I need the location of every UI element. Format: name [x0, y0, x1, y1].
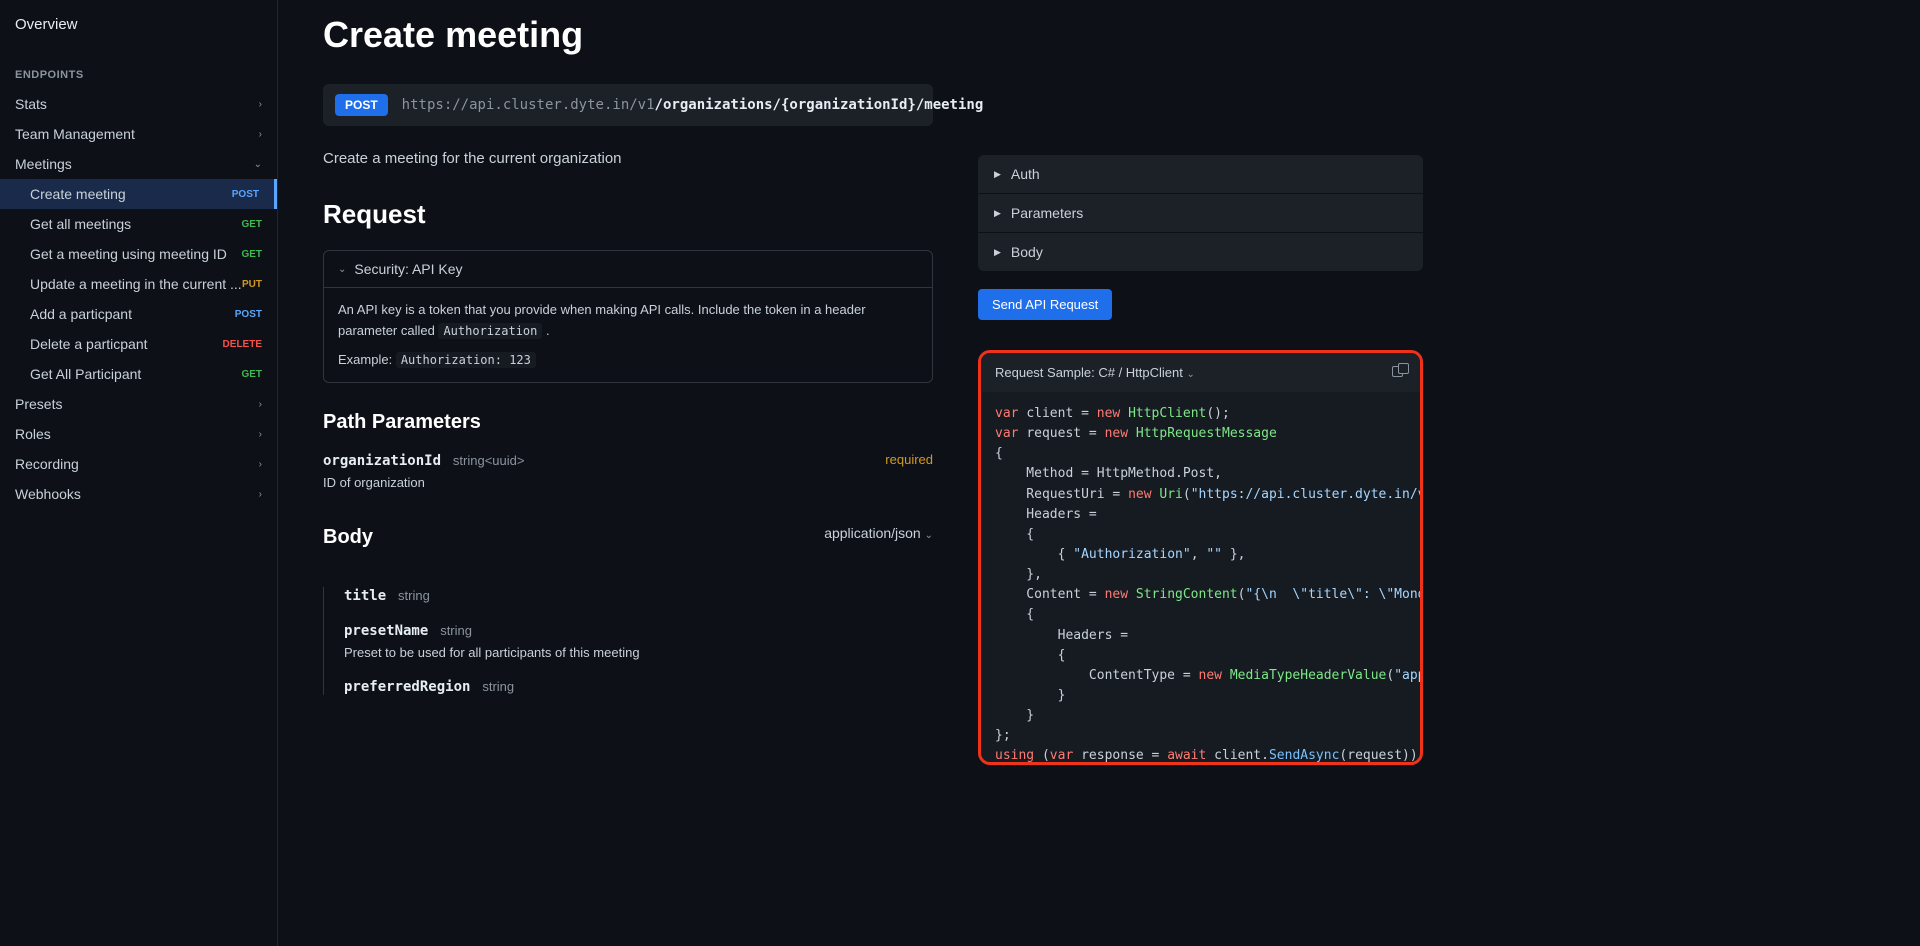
body-field-preferredregion: preferredRegion string — [344, 678, 933, 695]
sidebar-item-label: Recording — [15, 456, 79, 472]
sidebar-item-recording[interactable]: Recording › — [0, 449, 277, 479]
request-heading: Request — [323, 199, 933, 230]
sidebar-item-meetings[interactable]: Meetings ⌄ — [0, 149, 277, 179]
method-tag: GET — [241, 248, 262, 261]
sidebar-item-roles[interactable]: Roles › — [0, 419, 277, 449]
chevron-down-icon: ⌄ — [338, 264, 346, 275]
method-badge: POST — [335, 94, 388, 116]
sidebar-sub-get-meeting-by-id[interactable]: Get a meeting using meeting ID GET — [0, 239, 277, 269]
method-tag: PUT — [242, 278, 262, 291]
body-field-title: title string — [344, 587, 933, 604]
security-body: An API key is a token that you provide w… — [324, 287, 932, 382]
sidebar-item-stats[interactable]: Stats › — [0, 89, 277, 119]
endpoint-description: Create a meeting for the current organiz… — [323, 150, 933, 167]
sidebar-item-label: Meetings — [15, 156, 72, 172]
chevron-down-icon: ⌄ — [254, 159, 262, 170]
code-sample-body[interactable]: var client = new HttpClient(); var reque… — [981, 392, 1420, 762]
sidebar-sub-update-meeting[interactable]: Update a meeting in the current ... PUT — [0, 269, 277, 299]
path-param-organizationid: organizationId string<uuid> required ID … — [323, 452, 933, 490]
sidebar-item-webhooks[interactable]: Webhooks › — [0, 479, 277, 509]
sidebar-item-label: Get All Participant — [30, 366, 141, 382]
content-type-select[interactable]: application/json ⌄ — [824, 525, 933, 541]
auth-example: Authorization: 123 — [396, 352, 536, 368]
sidebar-sub-add-participant[interactable]: Add a particpant POST — [0, 299, 277, 329]
required-badge: required — [885, 452, 933, 467]
chevron-right-icon: › — [259, 99, 262, 110]
sidebar-item-label: Webhooks — [15, 486, 81, 502]
chevron-right-icon: › — [259, 399, 262, 410]
sidebar-item-label: Create meeting — [30, 186, 126, 202]
triangle-right-icon: ▶ — [994, 208, 1001, 219]
sidebar-sub-create-meeting[interactable]: Create meeting POST — [0, 179, 277, 209]
code-sample-panel: Request Sample: C# / HttpClient ⌄ var cl… — [978, 350, 1423, 765]
copy-icon[interactable] — [1392, 366, 1406, 380]
method-tag: GET — [241, 368, 262, 381]
accordion-parameters[interactable]: ▶ Parameters — [978, 194, 1423, 233]
sidebar-item-presets[interactable]: Presets › — [0, 389, 277, 419]
accordion-auth[interactable]: ▶ Auth — [978, 155, 1423, 194]
chevron-right-icon: › — [259, 129, 262, 140]
body-field-presetname: presetName string Preset to be used for … — [344, 622, 933, 660]
chevron-right-icon: › — [259, 459, 262, 470]
path-params-heading: Path Parameters — [323, 411, 933, 434]
method-tag: POST — [232, 188, 259, 201]
sidebar-section-title: ENDPOINTS — [0, 49, 277, 89]
sidebar-item-label: Delete a particpant — [30, 336, 148, 352]
chevron-down-icon: ⌄ — [1187, 369, 1195, 380]
sidebar: Overview ENDPOINTS Stats › Team Manageme… — [0, 0, 278, 946]
method-tag: POST — [235, 308, 262, 321]
sidebar-sub-get-all-meetings[interactable]: Get all meetings GET — [0, 209, 277, 239]
try-it-accordion: ▶ Auth ▶ Parameters ▶ Body — [978, 155, 1423, 271]
triangle-right-icon: ▶ — [994, 169, 1001, 180]
method-tag: GET — [241, 218, 262, 231]
body-fields: title string presetName string Preset to… — [323, 587, 933, 695]
sidebar-item-label: Get a meeting using meeting ID — [30, 246, 227, 262]
sidebar-item-label: Roles — [15, 426, 51, 442]
sidebar-item-label: Add a particpant — [30, 306, 132, 322]
send-api-request-button[interactable]: Send API Request — [978, 289, 1112, 320]
triangle-right-icon: ▶ — [994, 247, 1001, 258]
chevron-down-icon: ⌄ — [925, 530, 933, 541]
endpoint-bar: POST https://api.cluster.dyte.in/v1/orga… — [323, 84, 933, 126]
accordion-body[interactable]: ▶ Body — [978, 233, 1423, 271]
security-toggle[interactable]: ⌄ Security: API Key — [324, 251, 932, 287]
method-tag: DELETE — [223, 338, 262, 351]
security-label: Security: API Key — [354, 261, 462, 277]
chevron-right-icon: › — [259, 429, 262, 440]
auth-header-name: Authorization — [438, 323, 542, 339]
chevron-right-icon: › — [259, 489, 262, 500]
page-title: Create meeting — [323, 14, 933, 56]
code-sample-select[interactable]: Request Sample: C# / HttpClient ⌄ — [995, 365, 1195, 380]
sidebar-item-label: Update a meeting in the current ... — [30, 276, 242, 292]
sidebar-item-team-management[interactable]: Team Management › — [0, 119, 277, 149]
main-content: Create meeting POST https://api.cluster.… — [278, 0, 1920, 946]
code-sample-header: Request Sample: C# / HttpClient ⌄ — [981, 353, 1420, 392]
sidebar-item-label: Team Management — [15, 126, 135, 142]
sidebar-item-label: Presets — [15, 396, 62, 412]
security-box: ⌄ Security: API Key An API key is a toke… — [323, 250, 933, 383]
sidebar-overview[interactable]: Overview — [0, 0, 277, 49]
sidebar-sub-get-all-participant[interactable]: Get All Participant GET — [0, 359, 277, 389]
sidebar-item-label: Stats — [15, 96, 47, 112]
sidebar-sub-delete-participant[interactable]: Delete a particpant DELETE — [0, 329, 277, 359]
body-heading: Body — [323, 526, 373, 549]
right-panel: ▶ Auth ▶ Parameters ▶ Body Send API Requ… — [978, 155, 1438, 946]
sidebar-item-label: Get all meetings — [30, 216, 131, 232]
endpoint-url: https://api.cluster.dyte.in/v1/organizat… — [402, 97, 984, 113]
